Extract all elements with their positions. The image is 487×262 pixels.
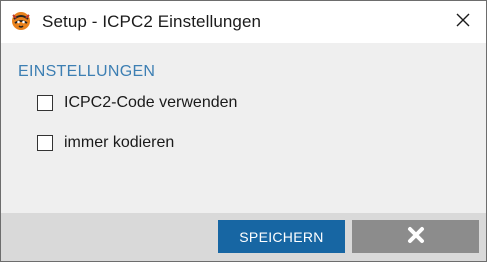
tiger-logo-icon [11, 11, 31, 31]
option-use-icpc2-code[interactable]: ICPC2-Code verwenden [37, 94, 237, 112]
settings-panel: EINSTELLUNGEN ICPC2-Code verwenden immer… [1, 43, 486, 213]
window-title: Setup - ICPC2 Einstellungen [42, 12, 262, 31]
title-bar[interactable]: Setup - ICPC2 Einstellungen [1, 1, 486, 43]
use-icpc2-code-label: ICPC2-Code verwenden [64, 94, 238, 111]
cancel-button[interactable] [352, 220, 479, 253]
use-icpc2-code-checkbox[interactable] [37, 95, 53, 111]
close-button[interactable] [440, 1, 486, 43]
section-heading: EINSTELLUNGEN [18, 63, 156, 80]
dialog-footer: SPEICHERN [1, 213, 486, 261]
always-encode-label: immer kodieren [64, 134, 175, 151]
close-icon [455, 12, 471, 33]
always-encode-checkbox[interactable] [37, 135, 53, 151]
x-icon [407, 226, 425, 247]
option-always-encode[interactable]: immer kodieren [37, 134, 174, 152]
setup-dialog: Setup - ICPC2 Einstellungen EINSTELLUNGE… [0, 0, 487, 262]
save-button[interactable]: SPEICHERN [218, 220, 345, 253]
